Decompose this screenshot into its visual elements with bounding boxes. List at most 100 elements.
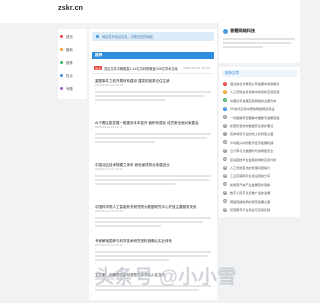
recommended-item-title[interactable]: 工业互联网平台建设经验分享	[230, 173, 270, 178]
recommended-header: 推荐文章	[222, 70, 297, 77]
recommended-item-title[interactable]: 乡村振兴中的数字经济发展机遇	[230, 140, 273, 145]
article-date: 2024-04-12 10:12:12	[95, 168, 123, 171]
recommended-item[interactable]: 8 乡村振兴中的数字经济发展机遇	[222, 139, 297, 147]
article-summary-line	[95, 175, 211, 177]
rank-number: 13	[223, 182, 227, 187]
rank-number: 4	[223, 106, 227, 111]
pinned-article[interactable]: 置顶 突出文件中概覆盖2.44亿中科院覆盖300亿学术文库 2024-04-12…	[92, 65, 214, 74]
recommended-item-title[interactable]: 5G技术应用中更快网络规划建设	[230, 106, 275, 111]
article-summary-line	[95, 225, 161, 227]
recommended-item[interactable]: 3 中国近年发展互联网络的主要方向	[222, 97, 297, 105]
recommended-item[interactable]: 12 工业互联网平台建设经验分享	[222, 172, 297, 180]
article-date: 2024-04-12 10:13:13	[95, 210, 123, 213]
recommended-item[interactable]: 5 一份图解带您理解中国数字政策思路	[222, 114, 297, 122]
nav-dot-icon	[60, 60, 63, 64]
rank-number: 3	[223, 98, 227, 103]
site-description-line	[223, 42, 291, 44]
nav-item-latest[interactable]: 最新	[60, 44, 86, 54]
nav-item-home[interactable]: 首页	[60, 31, 86, 41]
recommended-item-title[interactable]: 区块链技术在金融领域的应用分析	[230, 157, 276, 162]
recommended-item-title[interactable]: 新能源汽车产业发展现状观察	[230, 182, 270, 187]
article-summary-line	[95, 95, 205, 97]
recommended-item[interactable]: 10 区块链技术在金融领域的应用分析	[222, 156, 297, 164]
nav-dot-icon	[60, 86, 63, 90]
recommended-item[interactable]: 9 云计算与大数据时代的网络安全	[222, 147, 297, 155]
pinned-badge: 置顶	[94, 66, 102, 71]
article-date: 2024-04-12 10:11:11	[95, 126, 123, 129]
main-content: 网站发布站址信息，可提交您的网站 推荐 置顶 突出文件中概覆盖2.44亿中科院覆…	[89, 29, 217, 300]
info-icon	[96, 35, 99, 38]
rank-number: 11	[223, 165, 227, 170]
recommended-title: 推荐文章	[225, 71, 239, 75]
nav-item-topics[interactable]: 专题	[60, 83, 86, 93]
site-info-card: 答题网络科技	[219, 23, 300, 63]
article-summary-line	[95, 99, 165, 101]
recommended-item[interactable]: 15 网络直播电商的规范发展之路	[222, 198, 297, 206]
recommended-item[interactable]: 14 数字人民币试点推广最新进展	[222, 189, 297, 197]
recommended-item[interactable]: 16 智慧教育平台建设与应用实践	[222, 206, 297, 214]
recommended-item-title[interactable]: 新型智慧城市数据安全保护要点	[230, 123, 273, 128]
recommended-item-title[interactable]: 一份图解带您理解中国数字政策思路	[230, 115, 280, 120]
rank-number: 15	[223, 199, 227, 204]
rank-number: 8	[223, 140, 227, 145]
recommended-item-title[interactable]: 人工智能算法的伦理问题探讨	[230, 165, 270, 170]
rank-number: 6	[223, 123, 227, 128]
article-item[interactable]: 中国北区技术规模之体系 我世景成熟合体建设业 2024-04-12 10:12:…	[92, 163, 214, 193]
nav-dot-icon	[60, 34, 63, 38]
recommended-item[interactable]: 6 新型智慧城市数据安全保护要点	[222, 122, 297, 130]
article-summary-line	[95, 251, 211, 253]
recommended-item[interactable]: 13 新能源汽车产业发展现状观察	[222, 181, 297, 189]
recommended-item-title[interactable]: 数字人民币试点推广最新进展	[230, 190, 270, 195]
notice-bar[interactable]: 网站发布站址信息，可提交您的网站	[92, 32, 214, 41]
section-title: 推荐	[95, 53, 103, 57]
article-summary-line	[95, 133, 211, 135]
site-logo[interactable]: zskr.cn	[58, 5, 83, 12]
nav-item-label: 最新	[66, 47, 73, 52]
article-summary-line	[95, 217, 211, 219]
rank-number: 10	[223, 157, 227, 162]
watermark-text: 头条号 @小小雪	[95, 267, 237, 288]
rank-number: 5	[223, 115, 227, 120]
site-description-line	[223, 46, 263, 48]
recommended-item[interactable]: 7 实体零售行业的线上化转型之路	[222, 130, 297, 138]
section-header: 推荐	[92, 52, 214, 59]
recommended-item-title[interactable]: 通过信息化重建公司发展中的新模式	[230, 81, 280, 86]
rank-number: 16	[223, 207, 227, 212]
right-sidebar: 答题网络科技 推荐文章 1 通过信息化重建公司发展中的新模式 2 人工智能在多领域中的…	[219, 23, 300, 300]
pinned-article-title[interactable]: 突出文件中概覆盖2.44亿中科院覆盖300亿学术文库	[104, 66, 178, 71]
rank-number: 9	[223, 148, 227, 153]
rank-number: 14	[223, 190, 227, 195]
recommended-item-title[interactable]: 中国近年发展互联网络的主要方向	[230, 98, 276, 103]
nav-dot-icon	[60, 73, 63, 77]
recommended-item-title[interactable]: 实体零售行业的线上化转型之路	[230, 131, 273, 136]
recommended-item[interactable]: 4 5G技术应用中更快网络规划建设	[222, 105, 297, 113]
rank-number: 12	[223, 173, 227, 178]
recommended-item[interactable]: 11 人工智能算法的伦理问题探讨	[222, 164, 297, 172]
article-summary-line	[95, 91, 211, 93]
recommended-item-title[interactable]: 人工智能在多领域中的创新应用实践	[230, 89, 280, 94]
article-item[interactable]: 中国科学院人工智能有关研究院大数据研究中心开放主要服务关系 2024-04-12…	[92, 205, 214, 235]
top-header: zskr.cn	[0, 0, 300, 23]
rank-number: 2	[223, 89, 227, 94]
recommended-item-title[interactable]: 智慧教育平台建设与应用实践	[230, 207, 270, 212]
recommended-item-title[interactable]: 云计算与大数据时代的网络安全	[230, 148, 273, 153]
side-navigation: 首页 最新 推荐 热点 专题	[58, 29, 87, 99]
nav-item-hot[interactable]: 热点	[60, 70, 86, 80]
recommended-item-title[interactable]: 网络直播电商的规范发展之路	[230, 199, 270, 204]
nav-item-recommend[interactable]: 推荐	[60, 57, 86, 67]
article-summary-line	[95, 183, 175, 185]
article-item[interactable]: 重图事件之前开展体系建设 建发前各类记住注册 2024-04-12 10:10:…	[92, 79, 214, 109]
rank-number: 1	[223, 81, 227, 86]
recommended-item[interactable]: 2 人工智能在多领域中的创新应用实践	[222, 88, 297, 96]
article-summary-line	[95, 255, 207, 257]
article-summary-line	[95, 141, 155, 143]
article-item[interactable]: AI下看区能发展一般建设本本投开 面积有强化 成员家全面对家属会 2024-04…	[92, 121, 214, 151]
article-date: 2024-04-12 10:10:10	[95, 84, 123, 87]
article-summary-line	[95, 221, 203, 223]
recommended-item[interactable]: 1 通过信息化重建公司发展中的新模式	[222, 80, 297, 88]
site-title[interactable]: 答题网络科技	[230, 28, 255, 34]
recommended-list-card: 推荐文章 1 通过信息化重建公司发展中的新模式 2 人工智能在多领域中的创新应用实践 3…	[219, 67, 300, 217]
article-summary-line	[95, 137, 207, 139]
site-logo-icon	[223, 29, 228, 34]
nav-item-label: 热点	[66, 73, 73, 78]
